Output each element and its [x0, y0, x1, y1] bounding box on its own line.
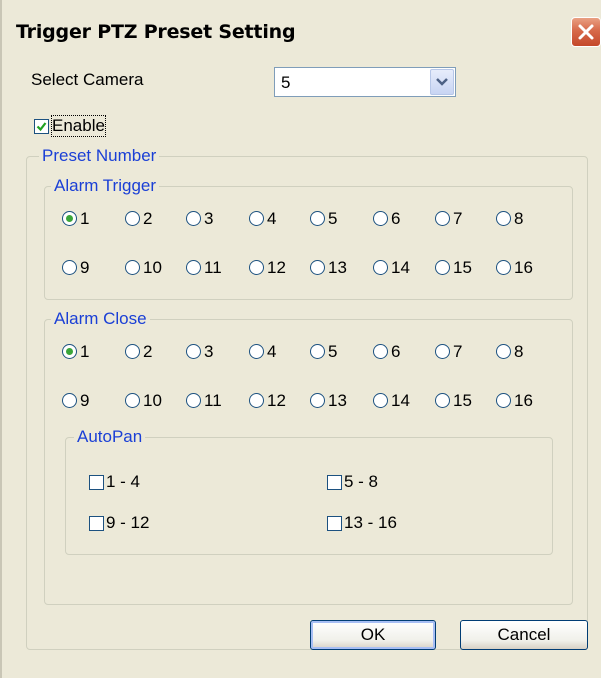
radio-button-icon — [186, 393, 201, 408]
radio-button-icon — [125, 260, 140, 275]
alarm-trigger-radio-label: 7 — [453, 209, 463, 228]
alarm-trigger-radio-label: 8 — [514, 209, 524, 228]
alarm-trigger-radio-label: 4 — [267, 209, 277, 228]
alarm-close-label: Alarm Close — [51, 309, 150, 329]
alarm-close-radio-label: 11 — [204, 391, 222, 410]
autopan-label-5-8: 5 - 8 — [344, 472, 379, 491]
autopan-label-9-12: 9 - 12 — [106, 513, 150, 532]
radio-button-icon — [496, 393, 511, 408]
alarm-trigger-radio-label: 1 — [80, 209, 90, 228]
autopan-label: AutoPan — [74, 427, 146, 447]
alarm-close-radio-label: 9 — [80, 391, 90, 410]
radio-button-icon — [249, 211, 264, 226]
radio-selected-dot — [66, 215, 73, 222]
alarm-trigger-radio-label: 16 — [514, 258, 533, 277]
alarm-close-radio-label: 16 — [514, 391, 533, 410]
alarm-trigger-radio-label: 12 — [267, 258, 286, 277]
preset-number-group: Preset Number Alarm Trigger 1 2 3 4 5 6 7 8 9 10 1… — [26, 146, 588, 650]
radio-button-icon — [310, 260, 325, 275]
alarm-close-radio-label: 10 — [143, 391, 162, 410]
alarm-close-radio-label: 2 — [143, 342, 153, 361]
alarm-close-radio-label: 1 — [80, 342, 90, 361]
radio-button-icon — [496, 211, 511, 226]
radio-button-icon — [125, 211, 140, 226]
cancel-button[interactable]: Cancel — [460, 620, 588, 650]
radio-button-icon — [373, 344, 388, 359]
alarm-trigger-radio-label: 14 — [391, 258, 410, 277]
radio-button-icon — [62, 211, 77, 226]
radio-button-icon — [496, 260, 511, 275]
radio-button-icon — [186, 260, 201, 275]
alarm-trigger-radio-label: 9 — [80, 258, 90, 277]
radio-button-icon — [125, 393, 140, 408]
alarm-close-radio-label: 6 — [391, 342, 401, 361]
alarm-trigger-radio-label: 5 — [328, 209, 338, 228]
radio-button-icon — [62, 393, 77, 408]
radio-button-icon — [186, 211, 201, 226]
autopan-checkbox-5-8[interactable] — [327, 475, 342, 490]
autopan-checkbox-13-16[interactable] — [327, 516, 342, 531]
camera-select[interactable]: 5 — [274, 67, 456, 97]
checkmark-icon — [36, 122, 47, 132]
radio-button-icon — [435, 260, 450, 275]
autopan-checkbox-9-12[interactable] — [89, 516, 104, 531]
radio-button-icon — [249, 260, 264, 275]
radio-button-icon — [373, 393, 388, 408]
radio-button-icon — [62, 344, 77, 359]
alarm-trigger-label: Alarm Trigger — [51, 176, 160, 196]
trigger-ptz-dialog: Trigger PTZ Preset Setting Select Camera… — [0, 0, 601, 678]
radio-button-icon — [62, 260, 77, 275]
radio-button-icon — [310, 211, 325, 226]
radio-button-icon — [496, 344, 511, 359]
alarm-close-radio-label: 4 — [267, 342, 277, 361]
chevron-down-icon — [436, 78, 448, 86]
autopan-checkbox-1-4[interactable] — [89, 475, 104, 490]
alarm-trigger-radio-label: 3 — [204, 209, 214, 228]
radio-selected-dot — [66, 348, 73, 355]
window-title: Trigger PTZ Preset Setting — [16, 21, 296, 43]
autopan-label-1-4: 1 - 4 — [106, 472, 141, 491]
camera-select-value: 5 — [281, 73, 291, 92]
enable-checkbox[interactable] — [34, 119, 49, 134]
alarm-close-radio-label: 3 — [204, 342, 214, 361]
alarm-trigger-radio-label: 15 — [453, 258, 472, 277]
close-button[interactable] — [571, 17, 601, 47]
camera-dropdown-button[interactable] — [430, 69, 454, 95]
ok-button[interactable]: OK — [310, 620, 436, 650]
radio-button-icon — [373, 260, 388, 275]
alarm-trigger-group: Alarm Trigger 1 2 3 4 5 6 7 8 9 10 11 12 13 14 15 16 — [44, 176, 573, 300]
preset-number-label: Preset Number — [39, 146, 160, 166]
alarm-trigger-radio-label: 2 — [143, 209, 153, 228]
alarm-close-radio-label: 7 — [453, 342, 463, 361]
alarm-close-radio-label: 5 — [328, 342, 338, 361]
radio-button-icon — [435, 393, 450, 408]
radio-button-icon — [186, 344, 201, 359]
autopan-label-13-16: 13 - 16 — [344, 513, 397, 532]
radio-button-icon — [125, 344, 140, 359]
radio-button-icon — [310, 344, 325, 359]
enable-label: Enable — [51, 115, 106, 137]
radio-button-icon — [435, 344, 450, 359]
alarm-close-radio-label: 15 — [453, 391, 472, 410]
dialog-body: Select Camera 5 Enable Preset Number Ala… — [14, 52, 601, 678]
alarm-trigger-radio-label: 11 — [204, 258, 222, 277]
alarm-trigger-radio-label: 6 — [391, 209, 401, 228]
alarm-trigger-radio-label: 13 — [328, 258, 347, 277]
alarm-trigger-radio-label: 10 — [143, 258, 162, 277]
radio-button-icon — [435, 211, 450, 226]
close-icon — [578, 24, 594, 40]
radio-button-icon — [249, 344, 264, 359]
radio-button-icon — [310, 393, 325, 408]
radio-button-icon — [373, 211, 388, 226]
autopan-group: AutoPan 1 - 4 5 - 8 9 - 12 13 - 16 — [65, 427, 553, 555]
alarm-close-group: Alarm Close 1 2 3 4 5 6 7 8 9 10 11 12 13 14 15 16 Auto… — [44, 309, 573, 605]
alarm-close-radio-label: 14 — [391, 391, 410, 410]
title-bar[interactable]: Trigger PTZ Preset Setting — [2, 12, 601, 52]
alarm-close-radio-label: 13 — [328, 391, 347, 410]
select-camera-label: Select Camera — [31, 70, 144, 89]
radio-button-icon — [249, 393, 264, 408]
alarm-close-radio-label: 8 — [514, 342, 524, 361]
alarm-close-radio-label: 12 — [267, 391, 286, 410]
